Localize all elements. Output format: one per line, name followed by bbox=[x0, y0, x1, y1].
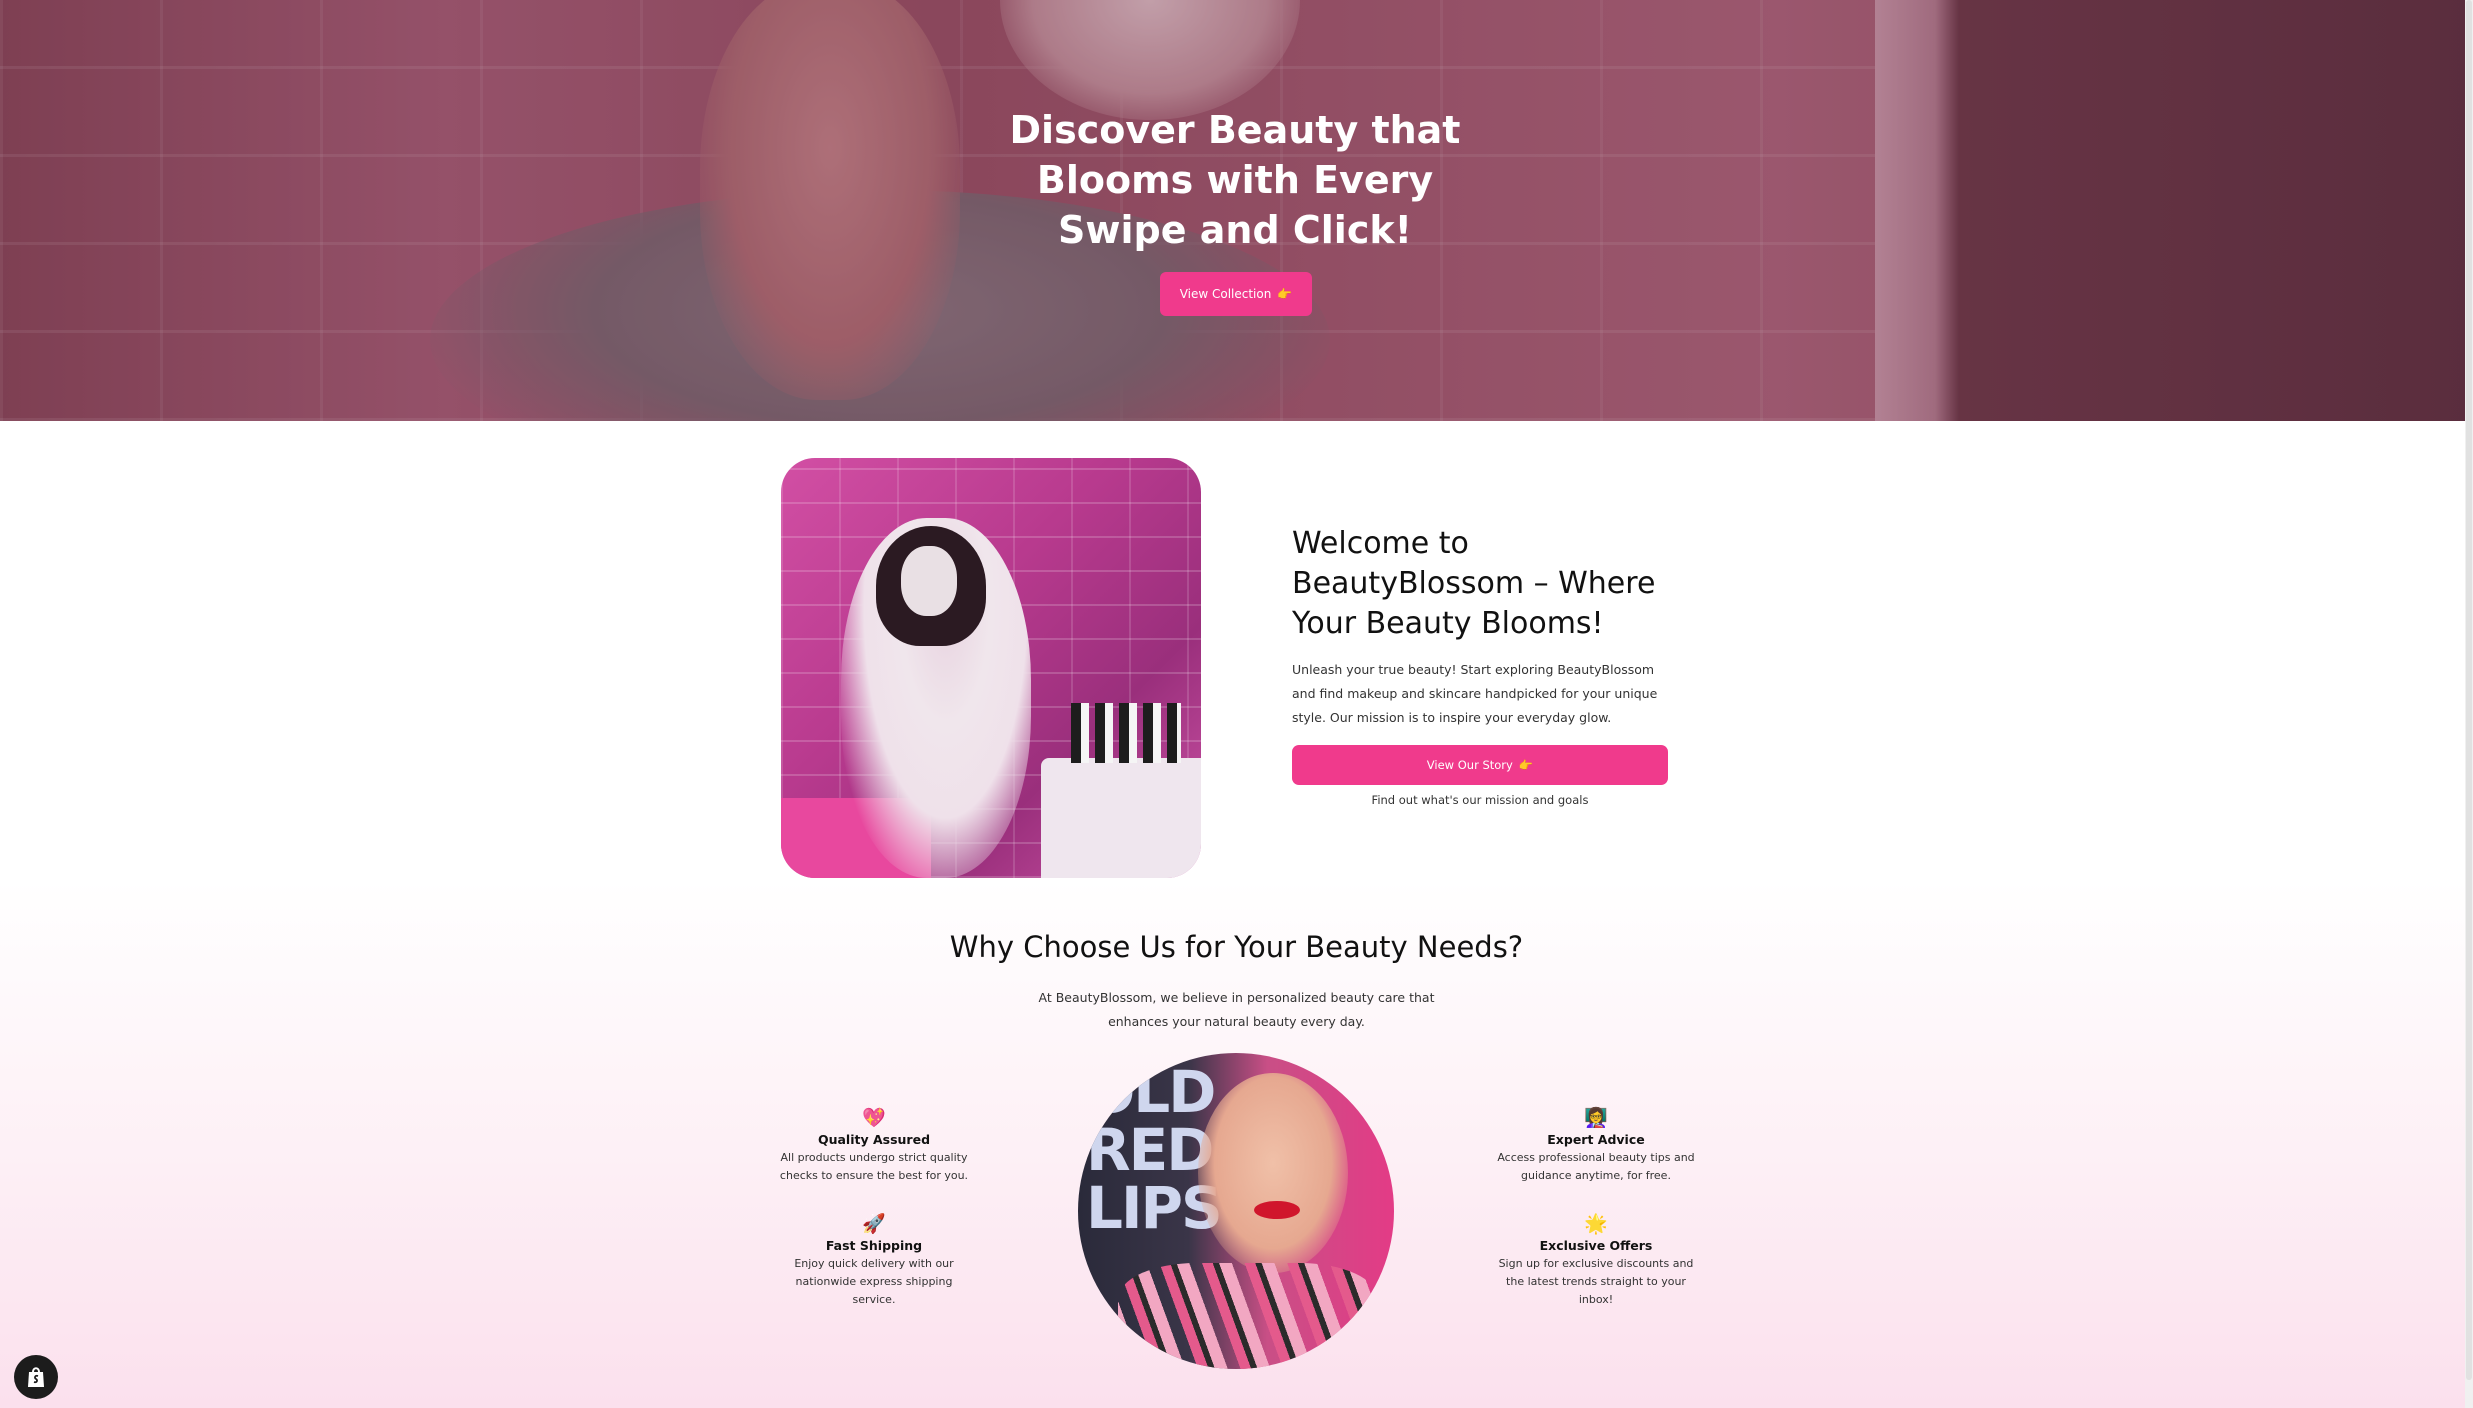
feature-exclusive-offers: 🌟 Exclusive Offers Sign up for exclusive… bbox=[1496, 1212, 1696, 1309]
rocket-icon: 🚀 bbox=[862, 1213, 886, 1235]
advisor-icon: 👩‍🏫 bbox=[1584, 1107, 1608, 1129]
why-subtitle: At BeautyBlossom, we believe in personal… bbox=[1038, 990, 1435, 1029]
heart-icon: 💖 bbox=[862, 1107, 886, 1129]
model-image: OLD RED LIPS bbox=[1078, 1053, 1394, 1369]
welcome-image bbox=[781, 458, 1201, 878]
feature-expert-advice: 👩‍🏫 Expert Advice Access professional be… bbox=[1496, 1106, 1696, 1185]
pointing-hand-icon: 👉 bbox=[1518, 758, 1534, 772]
shopify-badge-icon[interactable] bbox=[14, 1355, 58, 1399]
welcome-text: Unleash your true beauty! Start explorin… bbox=[1292, 662, 1658, 725]
why-title: Why Choose Us for Your Beauty Needs? bbox=[949, 930, 1524, 964]
scrollbar-thumb[interactable] bbox=[2466, 0, 2472, 1380]
feature-title: Quality Assured bbox=[817, 1132, 931, 1147]
view-our-story-label: View Our Story bbox=[1426, 758, 1513, 772]
feature-title: Exclusive Offers bbox=[1539, 1238, 1653, 1253]
feature-title: Expert Advice bbox=[1547, 1132, 1645, 1147]
pointing-hand-icon: 👉 bbox=[1277, 287, 1293, 301]
feature-title: Fast Shipping bbox=[825, 1238, 923, 1253]
feature-text: Enjoy quick delivery with our nationwide… bbox=[794, 1257, 954, 1306]
feature-text: All products undergo strict quality chec… bbox=[779, 1151, 969, 1182]
page-scrollbar[interactable] bbox=[2465, 0, 2473, 1408]
view-collection-button[interactable]: View Collection 👉 bbox=[1160, 272, 1312, 316]
hero-title: Discover Beauty that Blooms with Every S… bbox=[1009, 108, 1461, 252]
story-subtext: Find out what's our mission and goals bbox=[1371, 793, 1589, 807]
welcome-title: Welcome to BeautyBlossom – Where Your Be… bbox=[1292, 526, 1656, 641]
feature-quality-assured: 💖 Quality Assured All products undergo s… bbox=[774, 1106, 974, 1185]
feature-text: Sign up for exclusive discounts and the … bbox=[1498, 1257, 1694, 1306]
view-collection-label: View Collection bbox=[1179, 287, 1272, 301]
shopping-bag-icon bbox=[28, 1367, 44, 1387]
feature-fast-shipping: 🚀 Fast Shipping Enjoy quick delivery wit… bbox=[774, 1212, 974, 1309]
view-our-story-button[interactable]: View Our Story 👉 bbox=[1292, 745, 1668, 785]
sparkle-icon: 🌟 bbox=[1584, 1213, 1608, 1235]
feature-text: Access professional beauty tips and guid… bbox=[1497, 1151, 1695, 1182]
